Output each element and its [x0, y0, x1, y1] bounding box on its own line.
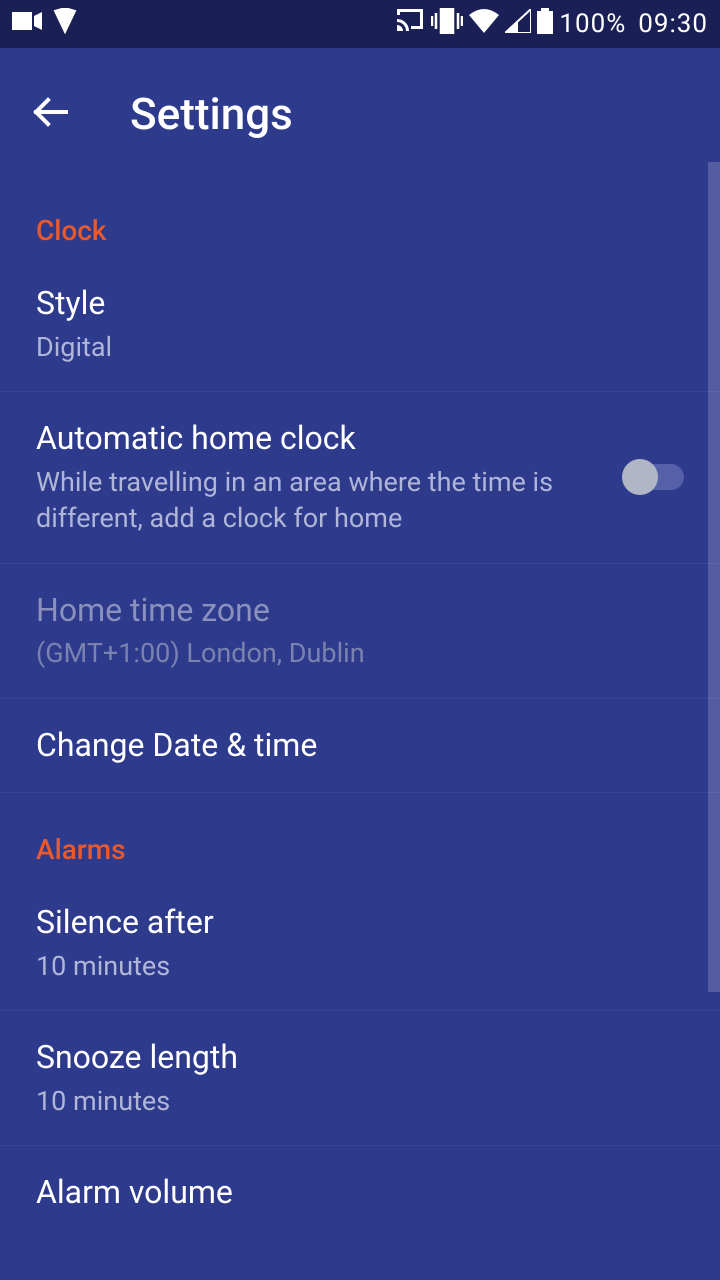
status-left: [12, 8, 78, 41]
page-title: Settings: [130, 88, 293, 140]
signal-icon: [505, 9, 531, 40]
setting-style[interactable]: Style Digital: [0, 257, 720, 392]
setting-volume-title: Alarm volume: [36, 1172, 664, 1214]
setting-hometz-title: Home time zone: [36, 590, 664, 632]
setting-alarm-volume[interactable]: Alarm volume: [0, 1146, 720, 1240]
setting-snooze-value: 10 minutes: [36, 1083, 664, 1119]
setting-silence-value: 10 minutes: [36, 948, 664, 984]
setting-silence-after[interactable]: Silence after 10 minutes: [0, 876, 720, 1011]
setting-snooze-title: Snooze length: [36, 1037, 664, 1079]
section-header-alarms: Alarms: [0, 793, 720, 876]
setting-hometz-value: (GMT+1:00) London, Dublin: [36, 635, 664, 671]
setting-snooze-length[interactable]: Snooze length 10 minutes: [0, 1011, 720, 1146]
setting-home-timezone: Home time zone (GMT+1:00) London, Dublin: [0, 564, 720, 699]
setting-changedate-title: Change Date & time: [36, 725, 664, 767]
back-icon[interactable]: [30, 92, 70, 136]
clock-text: 09:30: [638, 9, 708, 39]
setting-style-value: Digital: [36, 329, 664, 365]
videocam-icon: [12, 9, 42, 39]
status-right: 100% 09:30: [395, 8, 708, 41]
scrollbar[interactable]: [708, 162, 720, 992]
setting-auto-home-clock[interactable]: Automatic home clock While travelling in…: [0, 392, 720, 563]
section-header-clock: Clock: [0, 194, 720, 257]
setting-change-date-time[interactable]: Change Date & time: [0, 699, 720, 794]
check-icon: [52, 8, 78, 41]
app-bar: Settings: [0, 48, 720, 190]
toggle-thumb: [622, 459, 658, 495]
status-bar: 100% 09:30: [0, 0, 720, 48]
setting-style-title: Style: [36, 283, 664, 325]
setting-silence-title: Silence after: [36, 902, 664, 944]
vibrate-icon: [431, 8, 463, 41]
setting-auto-home-desc: While travelling in an area where the ti…: [36, 464, 604, 537]
cast-icon: [395, 9, 425, 40]
setting-auto-home-title: Automatic home clock: [36, 418, 604, 460]
wifi-icon: [469, 9, 499, 40]
auto-home-toggle[interactable]: [624, 464, 684, 490]
battery-text: 100%: [559, 9, 626, 39]
battery-icon: [537, 8, 553, 41]
